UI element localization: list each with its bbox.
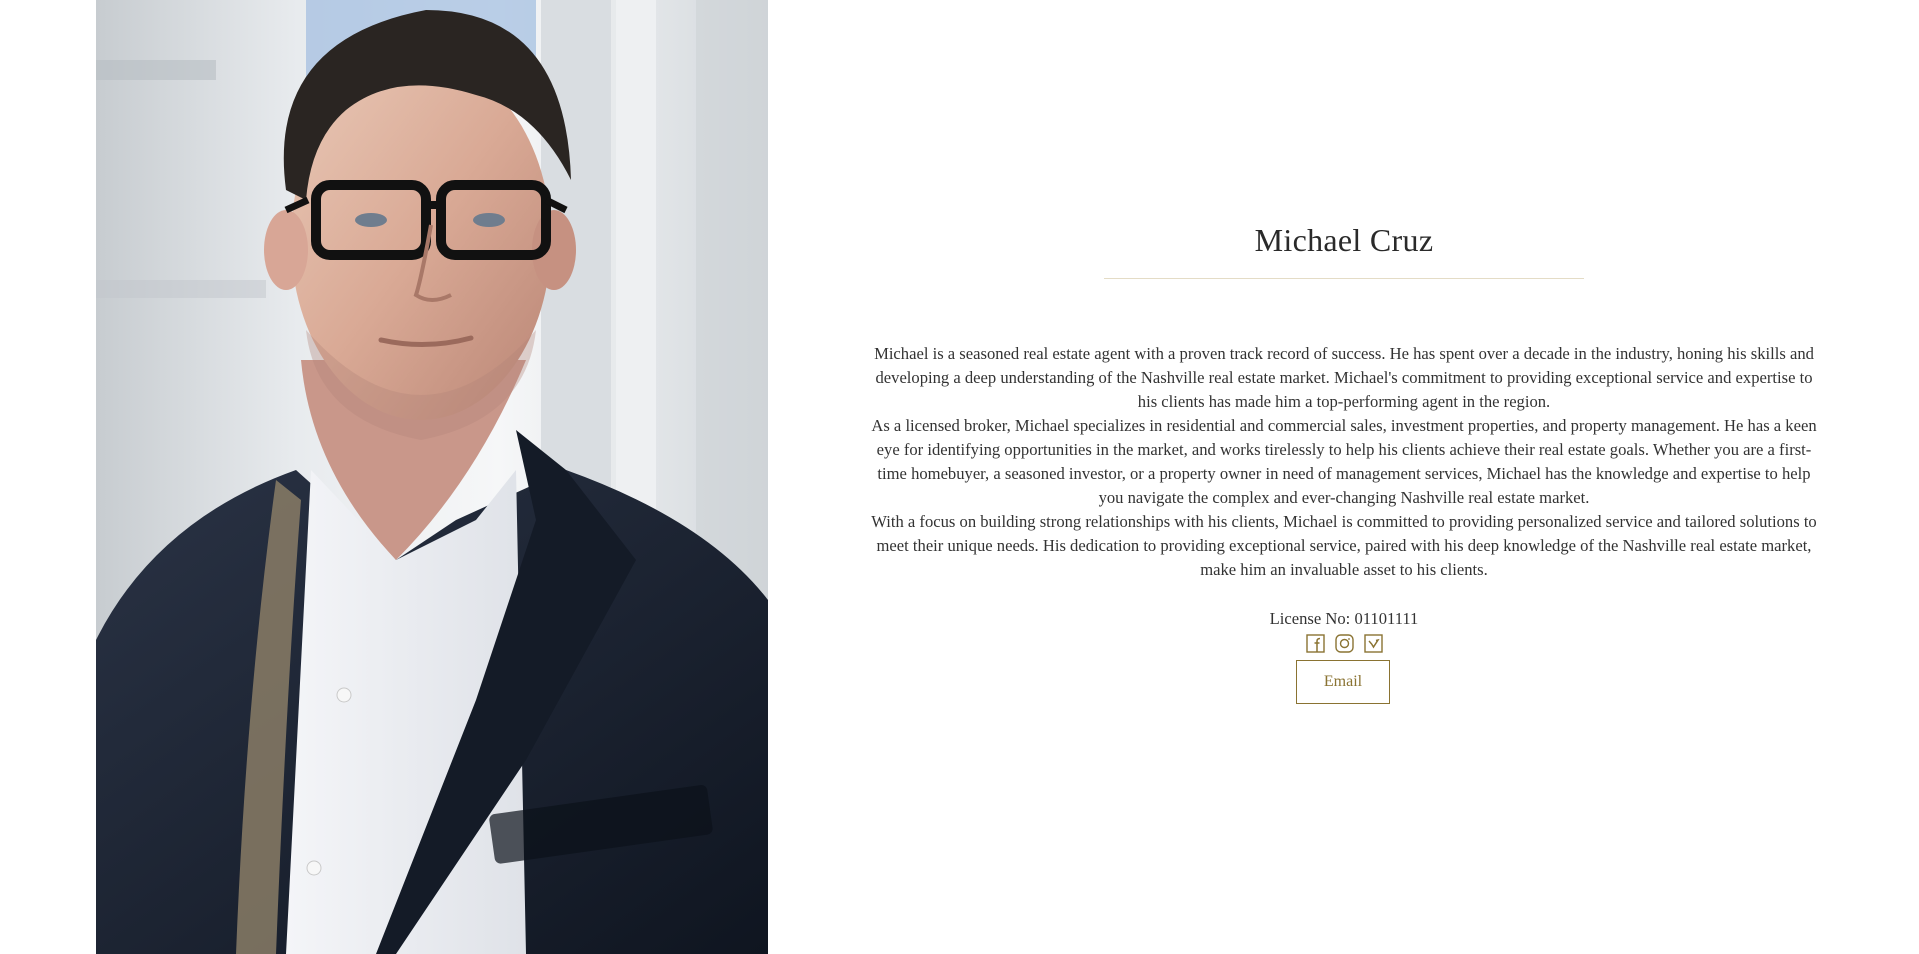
twitter-link[interactable] bbox=[1363, 634, 1383, 653]
license-number: 01101111 bbox=[1354, 609, 1419, 628]
bio-paragraph: With a focus on building strong relation… bbox=[871, 512, 1817, 579]
facebook-link[interactable] bbox=[1305, 634, 1325, 653]
agent-name: Michael Cruz bbox=[1254, 222, 1434, 258]
twitter-icon bbox=[1363, 634, 1383, 653]
social-links bbox=[865, 634, 1823, 653]
bio-paragraph: As a licensed broker, Michael specialize… bbox=[871, 416, 1817, 507]
agent-portrait bbox=[96, 0, 768, 954]
instagram-icon bbox=[1334, 634, 1354, 653]
agent-bio: Michael is a seasoned real estate agent … bbox=[865, 342, 1823, 582]
agent-bio-panel: Michael Cruz Michael is a seasoned real … bbox=[865, 0, 1823, 954]
name-divider bbox=[1104, 278, 1584, 279]
license-label: License No: bbox=[1269, 609, 1351, 628]
bio-paragraph: Michael is a seasoned real estate agent … bbox=[874, 344, 1814, 411]
license-info: License No: 01101111 bbox=[865, 607, 1823, 631]
facebook-icon bbox=[1305, 634, 1325, 653]
instagram-link[interactable] bbox=[1334, 634, 1354, 653]
agent-profile-page: Michael Cruz Michael is a seasoned real … bbox=[0, 0, 1919, 954]
email-button[interactable]: Email bbox=[1296, 660, 1390, 704]
